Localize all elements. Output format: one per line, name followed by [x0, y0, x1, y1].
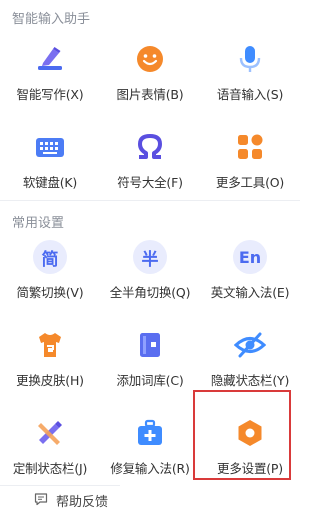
english-input-button[interactable]: En 英文输入法(E): [200, 226, 300, 314]
help-feedback-label: 帮助反馈: [56, 495, 109, 510]
fullwidth-halfwidth-icon: 半: [133, 240, 167, 274]
help-feedback-button[interactable]: 帮助反馈: [34, 491, 108, 510]
fullwidth-halfwidth-label: 全半角切换(Q): [109, 285, 191, 300]
hide-eye-icon: [233, 328, 267, 362]
hide-status-bar-label: 隐藏状态栏(Y): [210, 373, 290, 388]
section-divider: [0, 200, 300, 201]
more-tools-button[interactable]: 更多工具(O): [200, 116, 300, 204]
footer-divider: [0, 485, 120, 486]
fullwidth-halfwidth-toggle-button[interactable]: 半 全半角切换(Q): [100, 226, 200, 314]
repair-input-method-button[interactable]: 修复输入法(R): [100, 402, 200, 490]
custom-pencil-ruler-icon: [33, 416, 67, 450]
english-input-label: 英文输入法(E): [210, 285, 290, 300]
smart-writing-label: 智能写作(X): [16, 87, 84, 102]
highlight-box: [193, 390, 291, 480]
customize-status-bar-label: 定制状态栏(J): [12, 461, 88, 476]
keyboard-icon: [33, 130, 67, 164]
more-tools-label: 更多工具(O): [215, 175, 285, 190]
simplified-traditional-icon: 简: [33, 240, 67, 274]
simplified-traditional-label: 简繁切换(V): [16, 285, 84, 300]
input-method-menu-panel: 智能输入助手 智能写作(X) 图片表情(B) 语音输入(S) 软键盘(K) 符号…: [0, 0, 300, 520]
symbols-label: 符号大全(F): [117, 175, 183, 190]
add-dictionary-button[interactable]: 添加词库(C): [100, 314, 200, 402]
change-skin-button[interactable]: 更换皮肤(H): [0, 314, 100, 402]
emoji-icon: [133, 42, 167, 76]
symbols-button[interactable]: 符号大全(F): [100, 116, 200, 204]
image-emoji-button[interactable]: 图片表情(B): [100, 28, 200, 116]
skin-shirt-icon: [33, 328, 67, 362]
image-emoji-label: 图片表情(B): [116, 87, 184, 102]
soft-keyboard-label: 软键盘(K): [22, 175, 78, 190]
repair-input-method-label: 修复输入法(R): [110, 461, 190, 476]
hide-status-bar-button[interactable]: 隐藏状态栏(Y): [200, 314, 300, 402]
voice-input-button[interactable]: 语音输入(S): [200, 28, 300, 116]
pen-icon: [33, 42, 67, 76]
customize-status-bar-button[interactable]: 定制状态栏(J): [0, 402, 100, 490]
footer: 帮助反馈: [0, 485, 300, 520]
dictionary-book-icon: [133, 328, 167, 362]
voice-input-label: 语音输入(S): [216, 87, 284, 102]
add-dictionary-label: 添加词库(C): [116, 373, 184, 388]
tools-grid-icon: [233, 130, 267, 164]
microphone-icon: [233, 42, 267, 76]
soft-keyboard-button[interactable]: 软键盘(K): [0, 116, 100, 204]
omega-icon: [133, 130, 167, 164]
smart-writing-button[interactable]: 智能写作(X): [0, 28, 100, 116]
simplified-traditional-toggle-button[interactable]: 简 简繁切换(V): [0, 226, 100, 314]
english-input-icon: En: [233, 240, 267, 274]
assistant-section-title: 智能输入助手: [12, 12, 91, 27]
chat-bubble-icon: [34, 492, 56, 510]
assistant-grid: 智能写作(X) 图片表情(B) 语音输入(S) 软键盘(K) 符号大全(F) 更…: [0, 28, 300, 204]
repair-toolbox-icon: [133, 416, 167, 450]
change-skin-label: 更换皮肤(H): [16, 373, 84, 388]
